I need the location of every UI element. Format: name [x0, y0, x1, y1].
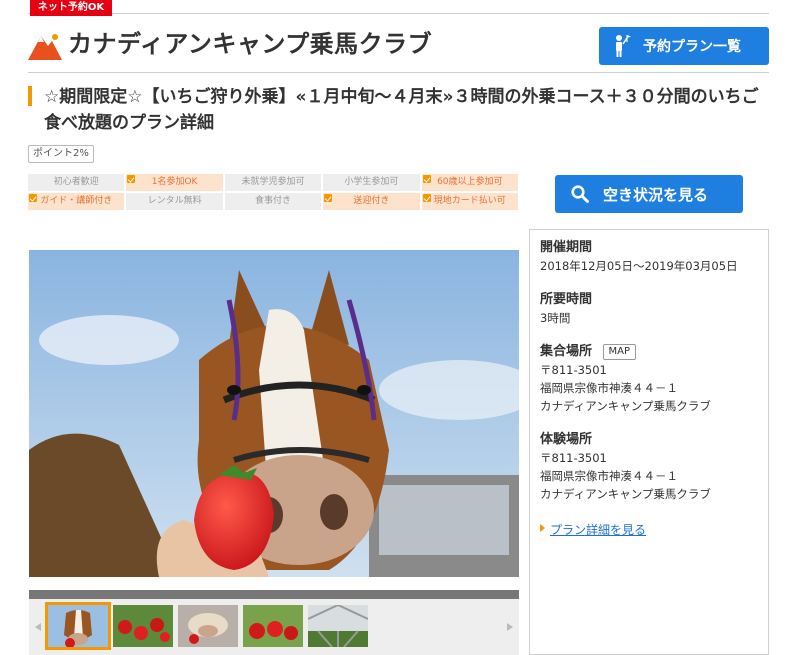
chevron-right-icon[interactable]: [507, 623, 513, 631]
feature-tags: 初心者歓迎 1名参加OK 未就学児参加可 小学生参加可 60歳以上参加可ガイド・講師付き…: [28, 174, 518, 210]
person-flag-icon: [616, 35, 631, 57]
venue-zip: 〒811-3501: [540, 451, 607, 465]
thumbnail-3[interactable]: [178, 605, 238, 647]
site-title[interactable]: カナディアンキャンプ乗馬クラブ: [68, 26, 432, 62]
net-booking-badge: ネット予約OK: [30, 0, 112, 16]
top-divider: [28, 13, 769, 14]
plan-detail-link[interactable]: プラン詳細を見る: [550, 523, 646, 537]
meeting-name: カナディアンキャンプ乗馬クラブ: [540, 399, 711, 413]
title-accent-bar: [28, 86, 32, 106]
chevron-left-icon[interactable]: [35, 623, 41, 631]
thumb-strawberry-hand-image: [243, 605, 303, 647]
duration-section: 所要時間 3時間: [540, 291, 758, 327]
feature-tag: 現地カード払い可: [421, 193, 518, 210]
period-section: 開催期間 2018年12月05日～2019年03月05日: [540, 239, 758, 275]
feature-tag: ガイド・講師付き: [28, 193, 125, 210]
thumbnail-1[interactable]: [45, 602, 111, 650]
thumbnail-2[interactable]: [113, 605, 173, 647]
venue-heading: 体験場所: [540, 432, 593, 447]
meeting-section: 集合場所 MAP 〒811-3501 福岡県宗像市神湊４４－１ カナディアンキャ…: [540, 343, 758, 415]
photo-caption-bar: [29, 590, 519, 599]
duration-heading: 所要時間: [540, 292, 593, 307]
plan-list-label: 予約プラン一覧: [643, 39, 741, 55]
detail-link-row: プラン詳細を見る: [540, 519, 758, 538]
header: カナディアンキャンプ乗馬クラブ 予約プラン一覧: [28, 24, 769, 72]
venue-section: 体験場所 〒811-3501 福岡県宗像市神湊４４－１ カナディアンキャンプ乗馬…: [540, 431, 758, 503]
plan-info-box: 開催期間 2018年12月05日～2019年03月05日 所要時間 3時間 集合…: [529, 229, 769, 655]
meeting-heading: 集合場所: [540, 344, 593, 359]
thumb-greenhouse-image: [308, 605, 368, 647]
main-photo[interactable]: [29, 250, 519, 577]
search-icon: [571, 185, 589, 203]
plan-title: ☆期間限定☆【いちご狩り外乗】«１月中旬～４月末»３時間の外乗コース＋３０分間の…: [44, 87, 759, 133]
feature-tag: 1名参加OK: [126, 174, 223, 191]
horse-strawberry-photo: [29, 250, 519, 577]
feature-tag: 食事付き: [224, 193, 322, 210]
thumb-strawberries-image: [113, 605, 173, 647]
feature-tag: 初心者歓迎: [28, 174, 125, 191]
thumbnail-5[interactable]: [308, 605, 368, 647]
feature-tag: 未就学児参加可: [224, 174, 322, 191]
period-value: 2018年12月05日～2019年03月05日: [540, 259, 738, 273]
feature-tag: 60歳以上参加可: [421, 174, 518, 191]
map-button[interactable]: MAP: [602, 344, 637, 360]
meeting-heading-row: 集合場所 MAP: [540, 343, 758, 361]
venue-address: 福岡県宗像市神湊４４－１: [540, 469, 678, 483]
thumbnail-4[interactable]: [243, 605, 303, 647]
duration-value: 3時間: [540, 311, 571, 325]
feature-tag: 小学生参加可: [323, 174, 420, 191]
thumbnail-strip: [29, 599, 519, 655]
thumb-horse-image: [48, 605, 108, 647]
meeting-address: 福岡県宗像市神湊４４－１: [540, 381, 678, 395]
period-heading: 開催期間: [540, 240, 593, 255]
mountain-logo-icon: [28, 34, 62, 60]
vacancy-button[interactable]: 空き状況を見る: [555, 175, 743, 213]
meeting-zip: 〒811-3501: [540, 363, 607, 377]
feature-tag: 送迎付き: [323, 193, 420, 210]
vacancy-label: 空き状況を見る: [603, 185, 709, 204]
plan-list-button[interactable]: 予約プラン一覧: [599, 27, 769, 65]
feature-tag: レンタル無料: [126, 193, 223, 210]
header-divider: [28, 72, 769, 73]
point-tag: ポイント2%: [28, 145, 94, 163]
thumb-horse-eating-image: [178, 605, 238, 647]
venue-name: カナディアンキャンプ乗馬クラブ: [540, 487, 711, 501]
